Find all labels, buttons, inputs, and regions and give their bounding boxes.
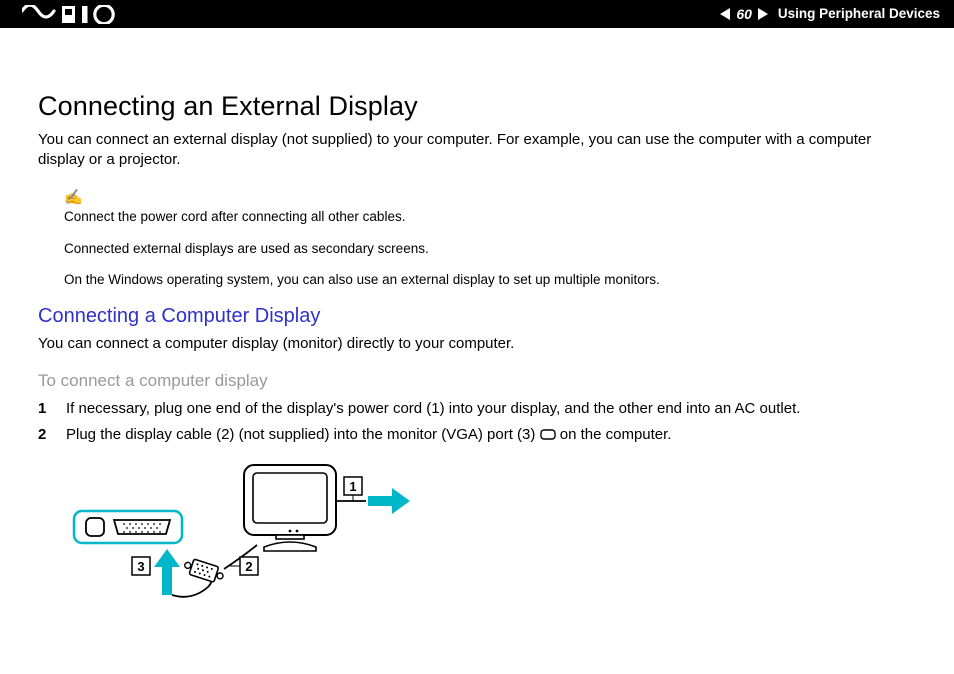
steps-list: 1 If necessary, plug one end of the disp… — [38, 399, 916, 446]
step-text: Plug the display cable (2) (not supplied… — [66, 425, 916, 445]
note-block: ✍ Connect the power cord after connectin… — [38, 176, 916, 289]
step-number: 1 — [38, 399, 52, 419]
page-number: 60 — [734, 5, 754, 24]
task-title: To connect a computer display — [38, 370, 916, 393]
callout-2: 2 — [245, 559, 252, 574]
note-2: Connected external displays are used as … — [64, 240, 916, 258]
subsection-intro: You can connect a computer display (moni… — [38, 334, 916, 354]
callout-1: 1 — [349, 479, 356, 494]
note-1: Connect the power cord after connecting … — [64, 208, 916, 226]
step-row: 2 Plug the display cable (2) (not suppli… — [38, 425, 916, 445]
intro-text: You can connect an external display (not… — [38, 130, 916, 170]
section-name: Using Peripheral Devices — [778, 5, 940, 23]
note-icon: ✍ — [64, 188, 916, 208]
step-text-a: Plug the display cable (2) (not supplied… — [66, 426, 540, 443]
header-nav: 60 Using Peripheral Devices — [720, 5, 940, 24]
prev-page-arrow[interactable] — [720, 8, 730, 20]
subsection-title: Connecting a Computer Display — [38, 303, 916, 330]
callout-3: 3 — [137, 559, 144, 574]
page-title: Connecting an External Display — [38, 88, 916, 124]
vaio-logo — [22, 5, 122, 24]
header-bar: 60 Using Peripheral Devices — [0, 0, 954, 28]
step-text: If necessary, plug one end of the displa… — [66, 399, 916, 419]
step-number: 2 — [38, 425, 52, 445]
step-row: 1 If necessary, plug one end of the disp… — [38, 399, 916, 419]
page-content: Connecting an External Display You can c… — [0, 88, 954, 627]
connection-diagram: 3 2 — [72, 461, 916, 627]
next-page-arrow[interactable] — [758, 8, 768, 20]
step-text-b: on the computer. — [556, 426, 672, 443]
vga-port-icon — [540, 429, 556, 440]
note-3: On the Windows operating system, you can… — [64, 271, 916, 289]
vaio-logo-svg — [22, 5, 122, 24]
